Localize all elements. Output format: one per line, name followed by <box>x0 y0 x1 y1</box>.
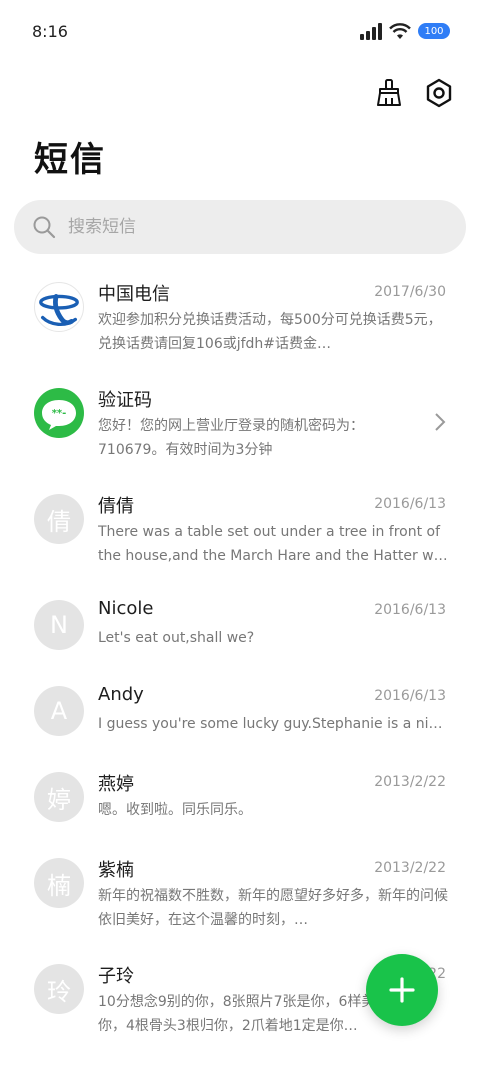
conversation-item[interactable]: 倩 倩倩 2016/6/13 There was a table set out… <box>0 474 480 580</box>
conversation-date: 2013/2/22 <box>374 774 446 790</box>
conversation-name: 燕婷 <box>98 774 134 795</box>
avatar: 婷 <box>34 772 84 822</box>
conversation-item[interactable]: 楠 紫楠 2013/2/22 新年的祝福数不胜数，新年的愿望好多好多，新年的问候… <box>0 838 480 944</box>
conversation-item[interactable]: A Andy 2016/6/13 I guess you're some luc… <box>0 666 480 752</box>
conversation-preview: I guess you're some lucky guy.Stephanie … <box>98 716 448 732</box>
status-bar: 8:16 100 <box>0 0 480 64</box>
clean-button[interactable] <box>374 78 404 108</box>
conversation-date: 2016/6/13 <box>374 602 446 618</box>
svg-text:**-: **- <box>52 408 67 419</box>
conversation-preview: 欢迎参加积分兑换话费活动，每500分可兑换话费5元，兑换话费请回复106或jfd… <box>98 312 442 352</box>
signal-icon <box>360 22 382 40</box>
plus-icon <box>389 977 415 1003</box>
conversation-date: 2013/2/22 <box>374 860 446 876</box>
china-telecom-logo <box>39 294 79 326</box>
gear-icon <box>426 78 452 108</box>
conversation-list: 中国电信 2017/6/30 欢迎参加积分兑换话费活动，每500分可兑换话费5元… <box>0 262 480 1050</box>
conversation-item[interactable]: 婷 燕婷 2013/2/22 嗯。收到啦。同乐同乐。 <box>0 752 480 838</box>
settings-button[interactable] <box>424 78 454 108</box>
search-input[interactable] <box>68 217 428 237</box>
wifi-icon <box>389 23 411 39</box>
conversation-preview: 嗯。收到啦。同乐同乐。 <box>98 802 252 818</box>
avatar: 楠 <box>34 858 84 908</box>
message-icon: **- <box>42 400 76 430</box>
conversation-item[interactable]: 中国电信 2017/6/30 欢迎参加积分兑换话费活动，每500分可兑换话费5元… <box>0 262 480 368</box>
avatar: A <box>34 686 84 736</box>
top-actions <box>374 78 454 108</box>
conversation-name: Nicole <box>98 598 154 619</box>
conversation-name: 验证码 <box>98 390 152 411</box>
avatar: 玲 <box>34 964 84 1014</box>
battery-icon: 100 <box>418 23 450 39</box>
chevron-right-icon <box>435 413 446 431</box>
conversation-preview: There was a table set out under a tree i… <box>98 524 448 564</box>
search-bar[interactable] <box>14 200 466 254</box>
page-title: 短信 <box>34 140 106 180</box>
conversation-item[interactable]: N Nicole 2016/6/13 Let's eat out,shall w… <box>0 580 480 666</box>
status-time: 8:16 <box>32 22 68 41</box>
conversation-date: 2017/6/30 <box>374 284 446 300</box>
avatar: N <box>34 600 84 650</box>
conversation-item[interactable]: **- 验证码 您好！您的网上营业厅登录的随机密码为：710679。有效时间为3… <box>0 368 480 474</box>
avatar: **- <box>34 388 84 438</box>
conversation-name: 倩倩 <box>98 496 134 517</box>
conversation-preview: Let's eat out,shall we? <box>98 630 255 646</box>
avatar <box>34 282 84 332</box>
conversation-name: 中国电信 <box>98 284 170 305</box>
status-icons: 100 <box>360 22 450 40</box>
new-message-button[interactable] <box>366 954 438 1026</box>
avatar: 倩 <box>34 494 84 544</box>
broom-icon <box>377 79 401 106</box>
search-icon <box>33 216 56 239</box>
conversation-name: 紫楠 <box>98 860 134 881</box>
conversation-date: 2016/6/13 <box>374 496 446 512</box>
conversation-preview: 您好！您的网上营业厅登录的随机密码为：710679。有效时间为3分钟 <box>98 418 364 458</box>
conversation-name: 子玲 <box>98 966 134 987</box>
conversation-preview: 新年的祝福数不胜数，新年的愿望好多好多，新年的问候依旧美好，在这个温馨的时刻，… <box>98 888 448 928</box>
conversation-date: 2016/6/13 <box>374 688 446 704</box>
conversation-name: Andy <box>98 684 144 705</box>
